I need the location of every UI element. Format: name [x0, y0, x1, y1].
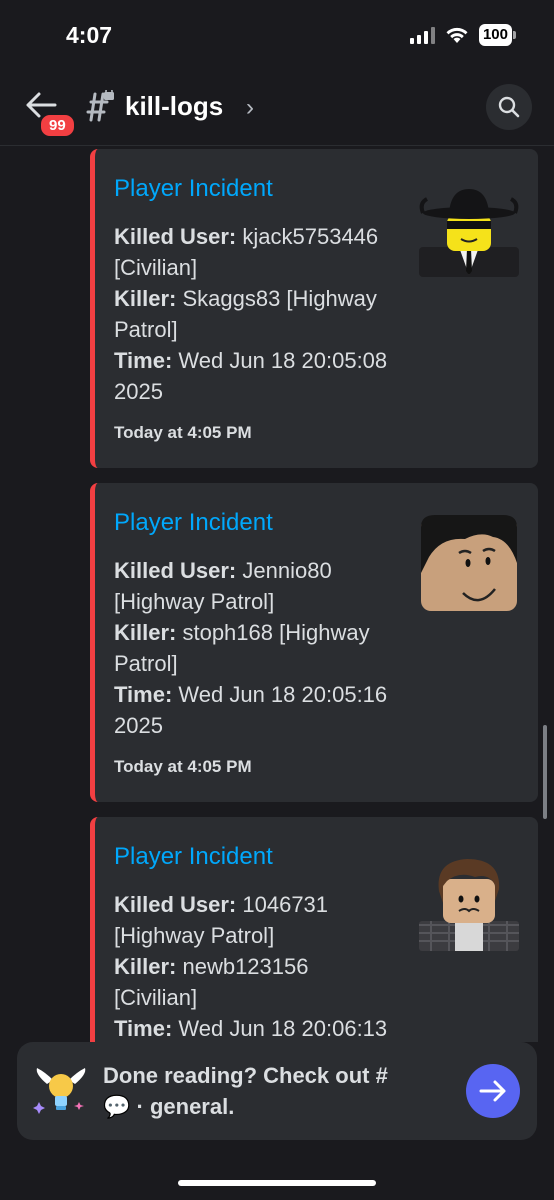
- embed-title[interactable]: Player Incident: [114, 509, 273, 537]
- killed-user-label: Killed User:: [114, 558, 237, 583]
- status-icons: 100: [409, 24, 516, 46]
- time-label: Time:: [114, 1016, 173, 1041]
- time-value: Wed Jun 18 20:05:08: [172, 348, 388, 373]
- battery-icon: 100: [478, 24, 516, 46]
- brown-hair-avatar-icon[interactable]: [419, 855, 519, 955]
- killer-value: newb123156: [176, 954, 309, 979]
- battery-level: 100: [478, 24, 512, 46]
- cowboy-avatar-icon[interactable]: [419, 185, 519, 285]
- killer-label: Killer:: [114, 620, 177, 645]
- banner-line-1: Done reading? Check out #: [103, 1063, 388, 1088]
- done-reading-banner[interactable]: Done reading? Check out # 💬 · general.: [17, 1042, 537, 1140]
- killer-value-cont: Patrol]: [114, 317, 178, 342]
- time-value-cont: 2025: [114, 379, 163, 404]
- killed-user-value: kjack5753446: [236, 224, 379, 249]
- banner-channel-link[interactable]: · general.: [130, 1094, 235, 1119]
- channel-header: 99 kill-logs ›: [0, 72, 554, 146]
- killer-value: stoph168 [Highway: [176, 620, 370, 645]
- scrollbar-thumb[interactable]: [543, 725, 547, 819]
- killed-user-value: Jennio80: [236, 558, 332, 583]
- embed-footer-timestamp: Today at 4:05 PM: [114, 757, 252, 776]
- kill-log-embed: Player Incident Killed User: Jennio80 [H…: [90, 483, 538, 802]
- message-feed[interactable]: Player Incident Killed User: kjack575344…: [0, 147, 554, 1042]
- embed-title[interactable]: Player Incident: [114, 843, 273, 871]
- killer-value-cont: Patrol]: [114, 651, 178, 676]
- kill-log-embed: Player Incident Killed User: 1046731 [Hi…: [90, 817, 538, 1042]
- killed-user-label: Killed User:: [114, 892, 237, 917]
- killed-user-value-cont: [Civilian]: [114, 255, 198, 280]
- unread-badge: 99: [38, 112, 77, 139]
- home-indicator[interactable]: [178, 1180, 376, 1186]
- embed-footer-timestamp: Today at 4:05 PM: [114, 423, 252, 442]
- go-to-channel-button[interactable]: [466, 1064, 520, 1118]
- smiling-avatar-icon[interactable]: [419, 513, 519, 613]
- kill-log-embed: Player Incident Killed User: kjack575344…: [90, 149, 538, 468]
- killed-user-value-cont: [Highway Patrol]: [114, 589, 275, 614]
- killer-value-cont: [Civilian]: [114, 985, 198, 1010]
- time-value-cont: 2025: [114, 713, 163, 738]
- killed-user-value: 1046731: [236, 892, 329, 917]
- status-bar: 4:07 100: [0, 0, 554, 72]
- embed-body: Killed User: kjack5753446 [Civilian] Kil…: [114, 221, 404, 407]
- locked-channel-hash-icon: [86, 90, 114, 122]
- embed-title[interactable]: Player Incident: [114, 175, 273, 203]
- killed-user-label: Killed User:: [114, 224, 237, 249]
- killer-label: Killer:: [114, 954, 177, 979]
- killed-user-value-cont: [Highway Patrol]: [114, 923, 275, 948]
- time-label: Time:: [114, 682, 173, 707]
- status-time: 4:07: [66, 22, 113, 48]
- search-icon: [498, 96, 520, 118]
- killer-label: Killer:: [114, 286, 177, 311]
- speech-bubble-icon: 💬: [103, 1094, 131, 1119]
- time-value: Wed Jun 18 20:05:16: [172, 682, 388, 707]
- embed-body: Killed User: Jennio80 [Highway Patrol] K…: [114, 555, 404, 741]
- embed-body: Killed User: 1046731 [Highway Patrol] Ki…: [114, 889, 404, 1042]
- arrow-right-icon: [479, 1080, 506, 1102]
- chevron-right-icon[interactable]: ›: [246, 94, 254, 122]
- killer-value: Skaggs83 [Highway: [176, 286, 377, 311]
- cellular-signal-icon: [409, 26, 435, 44]
- channel-name[interactable]: kill-logs: [125, 91, 223, 122]
- banner-text: Done reading? Check out # 💬 · general.: [103, 1060, 403, 1122]
- time-label: Time:: [114, 348, 173, 373]
- time-value: Wed Jun 18 20:06:13: [172, 1016, 388, 1041]
- winged-lightbulb-icon: [33, 1068, 86, 1114]
- wifi-icon: [446, 27, 468, 43]
- search-button[interactable]: [486, 84, 532, 130]
